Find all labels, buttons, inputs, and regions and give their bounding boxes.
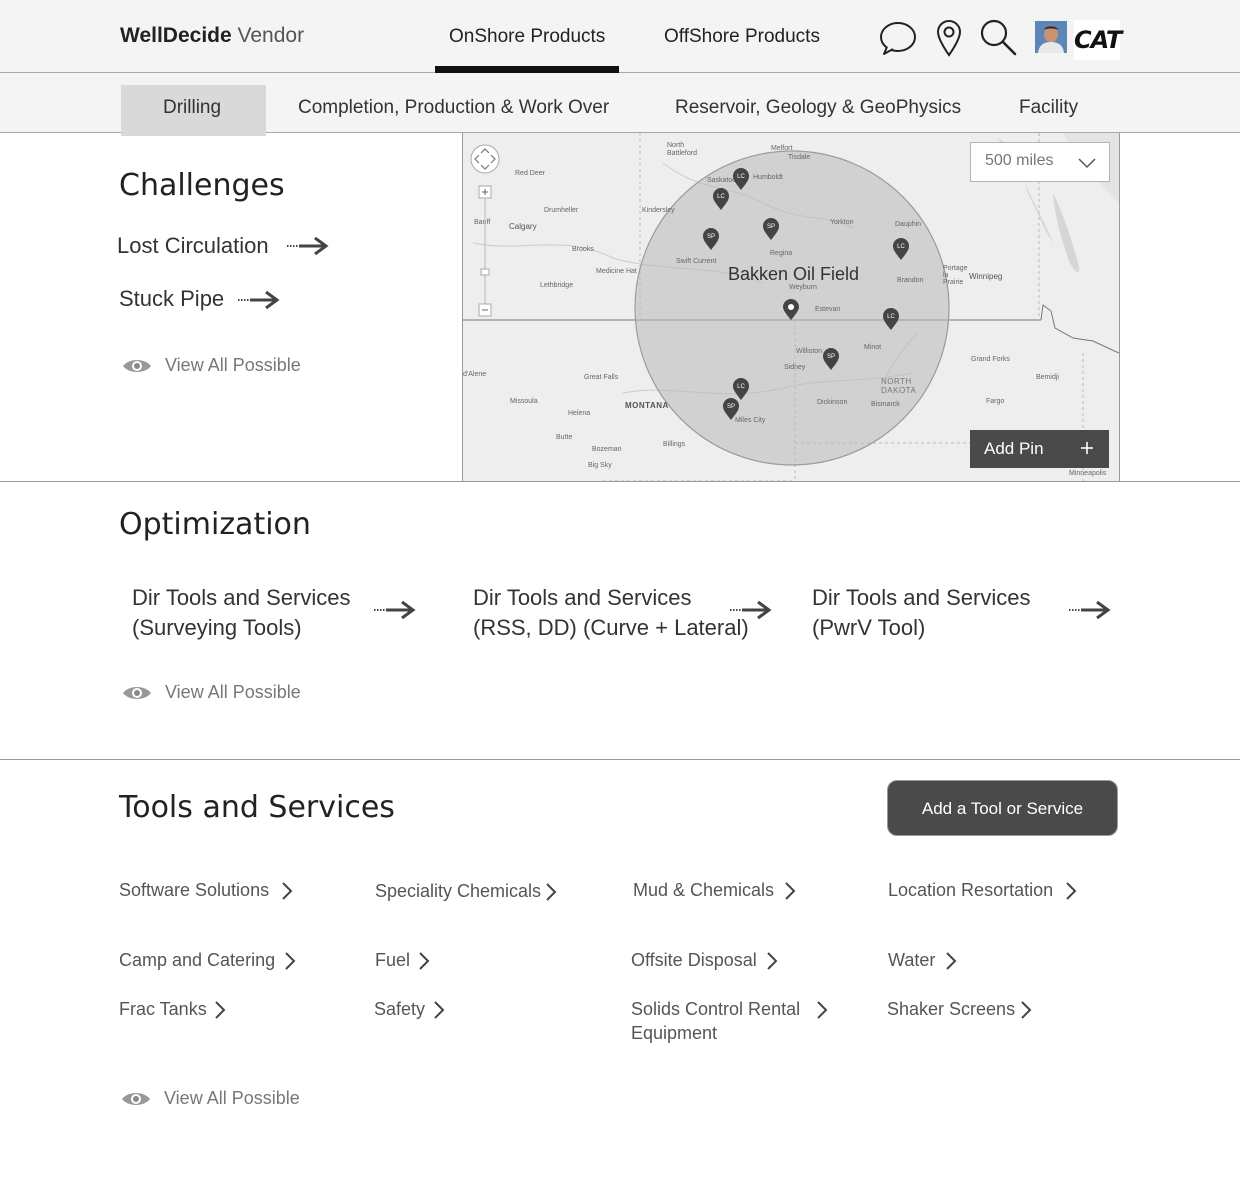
tab-offshore-products[interactable]: OffShore Products — [664, 26, 820, 48]
sub-navigation: Drilling Completion, Production & Work O… — [0, 73, 1240, 136]
tools-view-all[interactable]: View All Possible — [164, 1088, 300, 1109]
optimization-item-line2: (Surveying Tools) — [132, 615, 302, 640]
subtab-drilling[interactable]: Drilling — [163, 97, 221, 119]
chevron-right-icon[interactable] — [766, 951, 778, 971]
chevron-right-icon[interactable] — [433, 1000, 445, 1020]
optimization-item-pwrv[interactable]: Dir Tools and Services (PwrV Tool) — [812, 583, 1030, 643]
section-divider — [0, 759, 1240, 760]
challenges-view-all[interactable]: View All Possible — [165, 355, 301, 376]
challenges-title: Challenges — [119, 168, 285, 203]
map-center-pin[interactable] — [783, 299, 799, 320]
eye-icon — [123, 360, 151, 372]
chevron-right-icon[interactable] — [784, 881, 796, 901]
tool-item[interactable]: Offsite Disposal — [631, 948, 757, 972]
optimization-item-line1: Dir Tools and Services — [473, 585, 692, 610]
tool-item[interactable]: Fuel — [375, 948, 410, 972]
tool-item[interactable]: Mud & Chemicals — [633, 878, 774, 902]
chevron-right-icon[interactable] — [945, 951, 957, 971]
challenge-lost-circulation[interactable]: Lost Circulation — [117, 233, 269, 259]
location-pin-icon[interactable] — [936, 19, 962, 57]
arrow-right-icon[interactable] — [730, 600, 772, 620]
pin-type: SP — [727, 404, 735, 410]
map-pin-lc[interactable]: LC — [713, 188, 729, 210]
tool-item[interactable]: Camp and Catering — [119, 948, 275, 972]
optimization-view-all[interactable]: View All Possible — [165, 682, 301, 703]
map-pin-lc[interactable]: LC — [733, 378, 749, 400]
pin-type: LC — [737, 384, 745, 390]
map-pin-sp[interactable]: SP — [703, 228, 719, 250]
plus-icon — [1081, 442, 1093, 454]
subtab-facility[interactable]: Facility — [1019, 97, 1078, 119]
optimization-item-rss-dd[interactable]: Dir Tools and Services (RSS, DD) (Curve … — [473, 583, 749, 643]
chevron-right-icon[interactable] — [281, 881, 293, 901]
chevron-right-icon[interactable] — [418, 951, 430, 971]
map-pin-lc[interactable]: LC — [893, 238, 909, 260]
chevron-right-icon[interactable] — [1020, 1000, 1032, 1020]
arrow-right-icon[interactable] — [1069, 600, 1111, 620]
map-panel[interactable]: North Battleford Melfort Red Deer Humbol… — [462, 133, 1120, 481]
chevron-right-icon[interactable] — [816, 1000, 828, 1020]
chevron-right-icon[interactable] — [1065, 881, 1077, 901]
pin-type: SP — [767, 224, 775, 230]
map-pin-lc[interactable]: LC — [883, 308, 899, 330]
tool-item[interactable]: Location Resortation — [888, 878, 1053, 902]
radius-select-value: 500 miles — [985, 152, 1054, 169]
tool-item[interactable]: Shaker Screens — [887, 997, 1015, 1021]
map-pin-sp[interactable]: SP — [763, 218, 779, 240]
arrow-right-icon[interactable] — [287, 236, 329, 256]
tool-item[interactable]: Software Solutions — [119, 878, 269, 902]
pin-type: SP — [707, 234, 715, 240]
brand-logo[interactable]: WellDecide Vendor — [120, 24, 304, 48]
subtab-completion-production[interactable]: Completion, Production & Work Over — [298, 97, 609, 119]
pin-type: LC — [897, 244, 905, 250]
section-divider — [0, 481, 1240, 482]
pin-type: LC — [887, 314, 895, 320]
add-pin-button[interactable]: Add Pin — [970, 430, 1109, 468]
cat-logo[interactable]: CAT — [1074, 20, 1122, 60]
chat-icon[interactable] — [879, 20, 917, 56]
tool-item[interactable]: Water — [888, 948, 935, 972]
optimization-item-line1: Dir Tools and Services — [812, 585, 1031, 610]
tool-item[interactable]: Speciality Chemicals — [375, 879, 541, 903]
pin-type: LC — [717, 194, 725, 200]
eye-icon — [122, 1093, 150, 1105]
add-tool-button[interactable]: Add a Tool or Service — [887, 780, 1118, 836]
add-pin-label: Add Pin — [984, 439, 1044, 458]
chevron-down-icon — [1078, 158, 1096, 169]
map-pin-sp[interactable]: SP — [823, 348, 839, 370]
search-icon[interactable] — [979, 18, 1019, 58]
arrow-right-icon[interactable] — [238, 290, 280, 310]
tools-title: Tools and Services — [119, 790, 395, 825]
optimization-item-line1: Dir Tools and Services — [132, 585, 351, 610]
pin-type: SP — [827, 354, 835, 360]
map-pin-lc[interactable]: LC — [733, 168, 749, 190]
map-pins: LC LC SP SP LC LC SP LC SP — [703, 168, 909, 420]
eye-icon — [123, 687, 151, 699]
brand-suffix: Vendor — [237, 24, 305, 47]
chevron-right-icon[interactable] — [214, 1000, 226, 1020]
arrow-right-icon[interactable] — [374, 600, 416, 620]
brand-name: WellDecide — [120, 24, 232, 47]
subtab-reservoir-geology[interactable]: Reservoir, Geology & GeoPhysics — [675, 97, 961, 119]
tool-item[interactable]: Safety — [374, 997, 425, 1021]
chevron-right-icon[interactable] — [284, 951, 296, 971]
top-header: WellDecide Vendor OnShore Products OffSh… — [0, 0, 1240, 73]
tool-item[interactable]: Solids Control Rental Equipment — [631, 997, 806, 1045]
cat-logo-text: CAT — [1074, 26, 1122, 54]
pin-type: LC — [737, 174, 745, 180]
tool-item[interactable]: Frac Tanks — [119, 997, 207, 1021]
map-pin-sp[interactable]: SP — [723, 398, 739, 420]
tab-onshore-products[interactable]: OnShore Products — [449, 26, 605, 48]
challenge-stuck-pipe[interactable]: Stuck Pipe — [119, 286, 224, 312]
chevron-right-icon[interactable] — [545, 882, 557, 902]
optimization-item-line2: (PwrV Tool) — [812, 615, 926, 640]
avatar[interactable] — [1035, 21, 1067, 53]
optimization-item-surveying[interactable]: Dir Tools and Services (Surveying Tools) — [132, 583, 350, 643]
optimization-title: Optimization — [119, 507, 311, 542]
radius-select[interactable]: 500 miles — [970, 142, 1110, 182]
optimization-item-line2: (RSS, DD) (Curve + Lateral) — [473, 615, 749, 640]
